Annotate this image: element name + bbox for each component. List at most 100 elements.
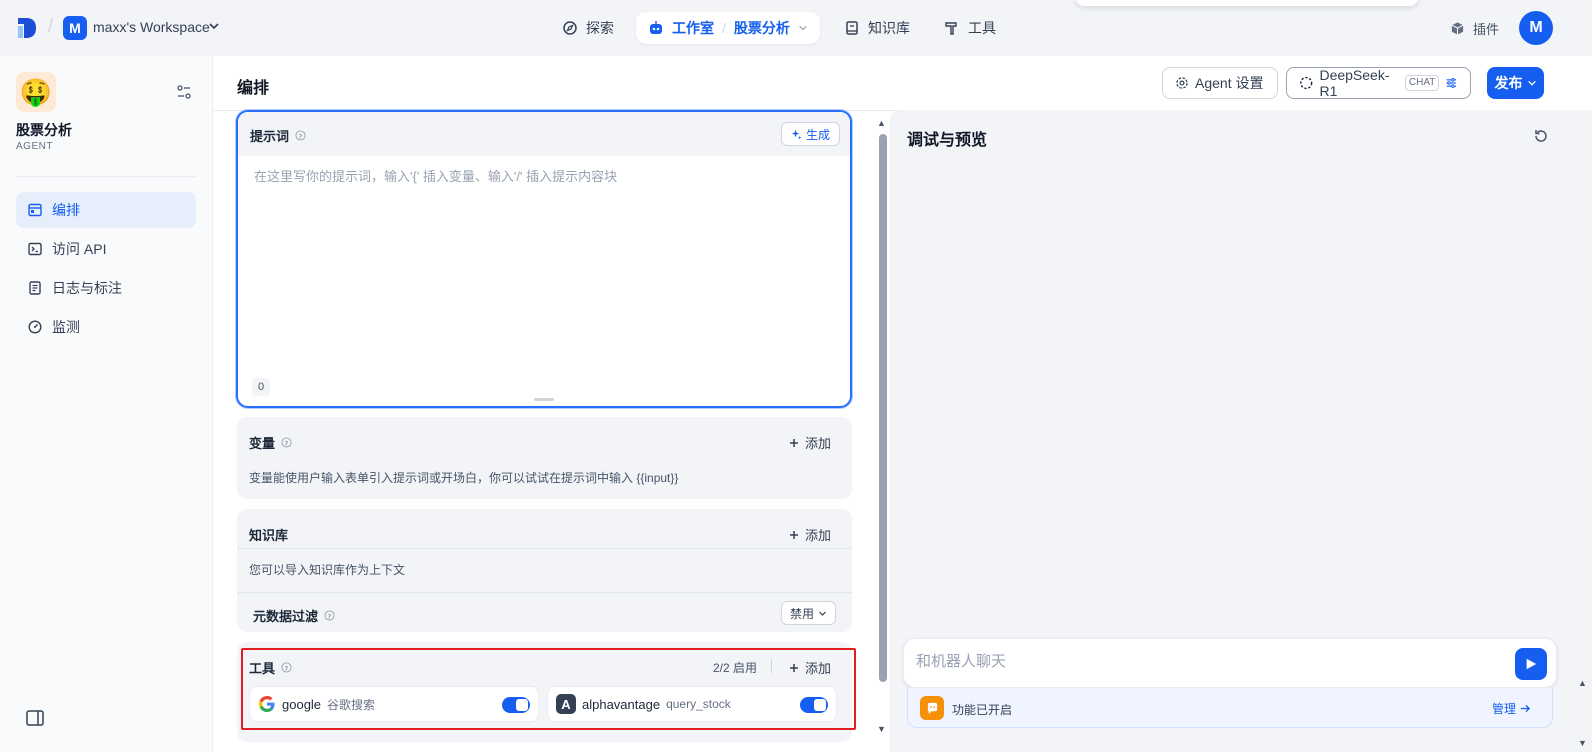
model-selector-button[interactable]: DeepSeek-R1 CHAT bbox=[1286, 67, 1471, 99]
sidebar-item-monitoring[interactable]: 监测 bbox=[16, 309, 196, 345]
config-scroll-thumb[interactable] bbox=[879, 134, 887, 682]
chat-input-box bbox=[903, 638, 1557, 688]
book-icon bbox=[846, 21, 858, 35]
publish-label: 发布 bbox=[1494, 75, 1523, 91]
send-icon bbox=[1526, 658, 1537, 670]
scroll-up-icon[interactable]: ▲ bbox=[1578, 678, 1587, 688]
resize-handle[interactable] bbox=[534, 398, 554, 401]
metadata-filter-label: 元数据过滤 bbox=[253, 609, 319, 624]
nav-studio-app-label[interactable]: 股票分析 bbox=[734, 18, 790, 38]
robot-icon bbox=[650, 21, 662, 34]
scroll-down-icon[interactable]: ▼ bbox=[1578, 738, 1587, 748]
prompt-editor[interactable]: 提示词 ? 生成 在这里写你的提示词，输入'{' 插入变量、输入'/' 插入提示… bbox=[236, 110, 852, 408]
tools-highlight-annotation bbox=[241, 648, 856, 730]
knowledge-divider bbox=[237, 548, 852, 549]
workspace-avatar[interactable]: M bbox=[63, 16, 87, 40]
feature-status-text: 功能已开启 bbox=[952, 703, 1013, 717]
app-name: 股票分析 bbox=[16, 122, 72, 138]
add-knowledge-label: 添加 bbox=[805, 528, 832, 543]
generate-label: 生成 bbox=[805, 127, 830, 142]
add-knowledge-button[interactable]: 添加 bbox=[789, 525, 831, 544]
sliders-icon[interactable] bbox=[176, 84, 192, 100]
model-mode-tag: CHAT bbox=[1404, 75, 1440, 91]
prompt-title-label: 提示词 bbox=[250, 129, 290, 144]
variables-title-label: 变量 bbox=[249, 436, 276, 451]
user-avatar[interactable]: M bbox=[1519, 11, 1553, 45]
nav-studio-label: 工作室 bbox=[672, 20, 714, 36]
chevron-down-icon bbox=[819, 611, 826, 616]
knowledge-title: 知识库 bbox=[249, 525, 288, 544]
help-icon[interactable]: ? bbox=[281, 437, 292, 448]
top-navigation-bar: / M maxx's Workspace 探索 工作室 / 股票分析 知识库 工… bbox=[0, 0, 1592, 56]
nav-tools[interactable]: 工具 bbox=[944, 12, 996, 44]
nav-plugins-label: 插件 bbox=[1473, 22, 1500, 37]
nav-knowledge-label: 知识库 bbox=[868, 20, 910, 36]
sidebar-item-label: 编排 bbox=[52, 202, 80, 218]
sidebar-item-logs[interactable]: 日志与标注 bbox=[16, 270, 196, 306]
nav-plugins[interactable]: 插件 bbox=[1450, 19, 1499, 38]
nav-studio[interactable]: 工作室 / 股票分析 bbox=[636, 12, 820, 44]
cube-icon bbox=[1451, 22, 1464, 35]
nav-knowledge[interactable]: 知识库 bbox=[844, 12, 910, 44]
chevron-down-icon[interactable] bbox=[798, 23, 808, 33]
help-icon[interactable]: ? bbox=[295, 130, 306, 141]
sparkle-icon bbox=[791, 129, 802, 140]
plus-icon bbox=[790, 530, 798, 539]
variables-section: 变量 ? 添加 变量能使用户输入表单引入提示词或开场白，你可以试试在提示词中输入… bbox=[237, 417, 852, 499]
breadcrumb-separator: / bbox=[48, 16, 54, 36]
scroll-up-icon[interactable]: ▲ bbox=[877, 118, 886, 128]
model-name: DeepSeek-R1 bbox=[1319, 67, 1390, 99]
manage-features-link[interactable]: 管理 bbox=[1492, 700, 1531, 717]
agent-settings-label: Agent 设置 bbox=[1195, 75, 1264, 91]
send-button[interactable] bbox=[1515, 648, 1547, 680]
metadata-filter-value: 禁用 bbox=[789, 606, 814, 621]
app-logo-icon[interactable] bbox=[16, 16, 38, 40]
app-type: AGENT bbox=[16, 141, 53, 152]
sidebar-collapse-icon[interactable] bbox=[26, 710, 44, 726]
nav-explore-label: 探索 bbox=[586, 20, 614, 36]
sidebar-item-label: 访问 API bbox=[52, 241, 107, 257]
app-sidebar: 🤑 股票分析 AGENT 编排 访问 API 日志与标注 监测 bbox=[0, 56, 213, 752]
variables-description: 变量能使用户输入表单引入提示词或开场白，你可以试试在提示词中输入 {{input… bbox=[249, 471, 679, 485]
sidebar-item-orchestrate[interactable]: 编排 bbox=[16, 192, 196, 228]
nav-studio-separator: / bbox=[722, 20, 726, 36]
main-content: 编排 Agent 设置 DeepSeek-R1 CHAT 发布 提示词 ? 生成… bbox=[213, 56, 1592, 752]
debug-title: 调试与预览 bbox=[907, 132, 988, 149]
agent-settings-button[interactable]: Agent 设置 bbox=[1162, 67, 1278, 99]
generate-prompt-button[interactable]: 生成 bbox=[781, 122, 840, 146]
sliders-icon[interactable] bbox=[1445, 76, 1458, 90]
metadata-filter-select[interactable]: 禁用 bbox=[781, 601, 836, 625]
app-emoji-icon: 🤑 bbox=[16, 72, 56, 112]
sidebar-item-api[interactable]: 访问 API bbox=[16, 231, 196, 267]
chat-input[interactable] bbox=[916, 653, 1496, 670]
features-icon bbox=[920, 696, 944, 720]
knowledge-description: 您可以导入知识库作为上下文 bbox=[249, 563, 406, 577]
feature-status-bar: 功能已开启 管理 bbox=[907, 688, 1553, 728]
variables-title: 变量 ? bbox=[249, 433, 292, 452]
page-title: 编排 bbox=[237, 80, 270, 97]
publish-button[interactable]: 发布 bbox=[1487, 67, 1544, 99]
gear-icon bbox=[1176, 77, 1188, 89]
workspace-name[interactable]: maxx's Workspace bbox=[93, 19, 210, 35]
prompt-title: 提示词 ? bbox=[250, 126, 306, 145]
metadata-filter-title: 元数据过滤 ? bbox=[253, 606, 335, 625]
prompt-placeholder[interactable]: 在这里写你的提示词，输入'{' 插入变量、输入'/' 插入提示内容块 bbox=[254, 166, 617, 185]
help-icon[interactable]: ? bbox=[324, 610, 335, 621]
add-variable-button[interactable]: 添加 bbox=[789, 433, 831, 452]
dropdown-popup-edge bbox=[1076, 0, 1418, 6]
svg-text:?: ? bbox=[299, 132, 303, 140]
prompt-header: 提示词 ? 生成 bbox=[238, 112, 850, 156]
deepseek-model-icon bbox=[1300, 76, 1313, 90]
knowledge-divider bbox=[237, 592, 852, 593]
chevron-down-icon[interactable] bbox=[208, 20, 220, 32]
knowledge-title-label: 知识库 bbox=[249, 528, 289, 543]
scroll-down-icon[interactable]: ▼ bbox=[877, 724, 886, 734]
layout-icon bbox=[28, 203, 42, 217]
plus-icon bbox=[790, 438, 798, 447]
document-icon bbox=[29, 281, 41, 295]
debug-preview-panel: 调试与预览 功能已开启 管理 ▲ ▼ bbox=[890, 110, 1592, 752]
chevron-down-icon bbox=[1527, 80, 1536, 86]
refresh-icon[interactable] bbox=[1533, 128, 1549, 144]
add-variable-label: 添加 bbox=[805, 436, 832, 451]
nav-explore[interactable]: 探索 bbox=[562, 12, 614, 44]
